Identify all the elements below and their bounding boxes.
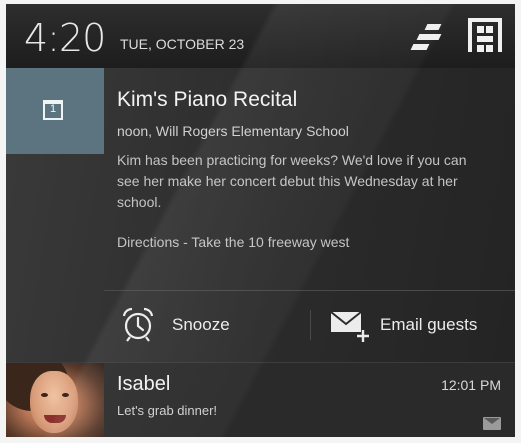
quick-settings-icon[interactable]	[468, 18, 502, 52]
calendar-notification[interactable]: 1 Kim's Piano Recital noon, Will Rogers …	[6, 68, 515, 362]
clock-time: 4:20	[24, 16, 106, 60]
email-add-icon	[330, 311, 369, 342]
snooze-label: Snooze	[172, 315, 230, 334]
calendar-icon: 1	[43, 100, 63, 120]
notification-directions: Directions - Take the 10 freeway west	[117, 234, 350, 250]
notification-body: Kim has been practicing for weeks? We'd …	[117, 152, 467, 210]
email-guests-label: Email guests	[380, 315, 478, 334]
actions-divider	[104, 290, 515, 291]
alarm-clock-icon	[122, 307, 154, 342]
settings-toggle-icon[interactable]	[410, 22, 442, 52]
avatar	[6, 363, 104, 437]
calendar-icon-box: 1	[6, 68, 104, 154]
action-separator	[310, 310, 311, 340]
mail-icon	[483, 417, 501, 430]
notification-shade: 4:20 TUE, OCTOBER 23 1 Kim's Piano Recit…	[6, 4, 515, 437]
message-notification[interactable]: Isabel 12:01 PM Let's grab dinner!	[6, 362, 515, 437]
message-time: 12:01 PM	[441, 377, 501, 393]
sender-name: Isabel	[117, 373, 171, 395]
date-label: TUE, OCTOBER 23	[120, 36, 245, 52]
email-guests-button[interactable]: Email guests	[312, 300, 515, 352]
message-preview: Let's grab dinner!	[117, 403, 218, 418]
notification-subtitle: noon, Will Rogers Elementary School	[117, 123, 349, 139]
snooze-button[interactable]: Snooze	[104, 300, 310, 352]
notification-title: Kim's Piano Recital	[117, 88, 298, 111]
status-bar: 4:20 TUE, OCTOBER 23	[6, 4, 515, 68]
